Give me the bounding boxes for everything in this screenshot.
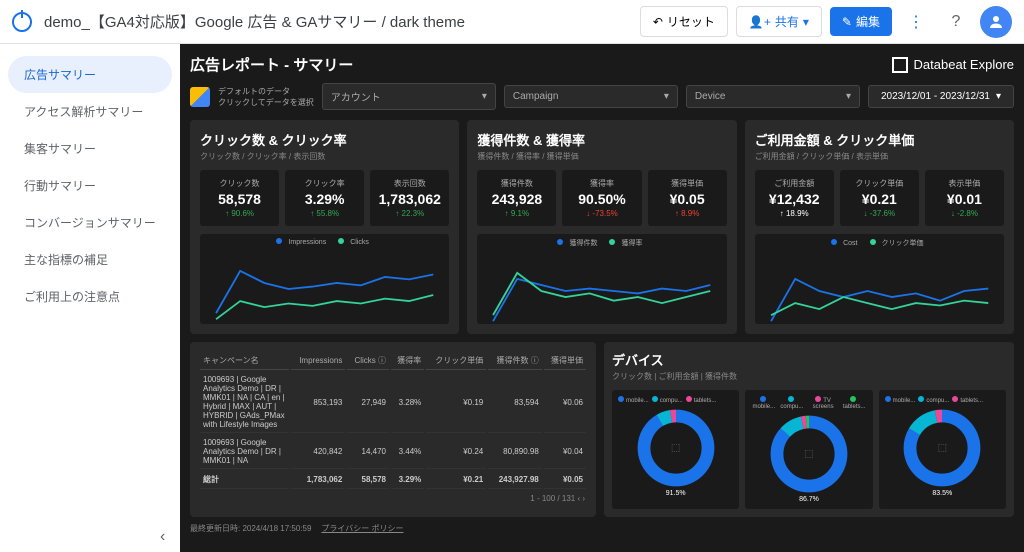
chevron-down-icon: ▾ <box>996 91 1001 102</box>
metric: 表示単価¥0.01↓ -2.8% <box>925 170 1004 226</box>
footer: 最終更新日時: 2024/4/18 17:50:59 プライバシー ポリシー <box>190 523 1014 534</box>
table-row[interactable]: 1009693 | Google Analytics Demo | DR | M… <box>200 372 586 433</box>
edit-button[interactable]: ✎ 編集 <box>830 7 892 36</box>
table-header[interactable]: Clicks ⓘ <box>347 352 389 370</box>
page-title: demo_【GA4対応版】Google 広告 & GAサマリー / dark t… <box>44 11 628 32</box>
chart-clicks: ImpressionsClicks <box>200 234 449 324</box>
card-title: クリック数 & クリック率 <box>200 130 449 149</box>
more-button[interactable]: ⋮ <box>900 6 932 38</box>
sidebar-item-notes[interactable]: ご利用上の注意点 <box>8 278 172 315</box>
google-ads-icon <box>190 87 210 107</box>
brand: Databeat Explore <box>892 57 1014 73</box>
brand-label: Databeat Explore <box>914 57 1014 72</box>
last-updated: 最終更新日時: 2024/4/18 17:50:59 <box>190 523 311 534</box>
filter-account[interactable]: アカウント▾ <box>322 83 496 110</box>
table-header[interactable]: クリック単価 <box>426 352 486 370</box>
card-conversions: 獲得件数 & 獲得率 獲得件数 / 獲得率 / 獲得単価 獲得件数243,928… <box>467 120 736 334</box>
chevron-down-icon: ▾ <box>846 91 851 102</box>
card-subtitle: 獲得件数 / 獲得率 / 獲得単価 <box>477 151 726 162</box>
table-pager[interactable]: 1 - 100 / 131 ‹ › <box>198 491 588 506</box>
share-button[interactable]: 👤+ 共有 ▾ <box>736 6 822 37</box>
card-subtitle: クリック数 / クリック率 / 表示回数 <box>200 151 449 162</box>
device-subtitle: クリック数 | ご利用金額 | 獲得件数 <box>612 371 1006 382</box>
chart-conversions: 獲得件数獲得率 <box>477 234 726 324</box>
metric: 獲得件数243,928↑ 9.1% <box>477 170 556 226</box>
edit-label: 編集 <box>856 13 880 30</box>
filter-device[interactable]: Device▾ <box>686 85 860 108</box>
card-title: 獲得件数 & 獲得率 <box>477 130 726 149</box>
dashboard: 広告レポート - サマリー Databeat Explore デフォルトのデータ… <box>180 44 1024 552</box>
card-subtitle: ご利用金額 / クリック単価 / 表示単価 <box>755 151 1004 162</box>
sidebar-item-access[interactable]: アクセス解析サマリー <box>8 93 172 130</box>
collapse-sidebar-icon[interactable]: ‹ <box>160 528 165 546</box>
card-cost: ご利用金額 & クリック単価 ご利用金額 / クリック単価 / 表示単価 ご利用… <box>745 120 1014 334</box>
donut-chart: mobile...compu...tablets...⬚91.5% <box>612 390 739 509</box>
privacy-link[interactable]: プライバシー ポリシー <box>321 523 403 534</box>
table-row[interactable]: 1009693 | Google Analytics Demo | DR | M… <box>200 435 586 469</box>
table-header[interactable]: キャンペーン名 <box>200 352 289 370</box>
chevron-down-icon: ▾ <box>664 91 669 102</box>
top-bar: demo_【GA4対応版】Google 広告 & GAサマリー / dark t… <box>0 0 1024 44</box>
table-total: 総計1,783,06258,5783.29%¥0.21243,927.98¥0.… <box>200 471 586 489</box>
filter-hint: デフォルトのデータクリックしてデータを選択 <box>218 86 314 108</box>
filter-campaign[interactable]: Campaign▾ <box>504 85 678 108</box>
table-header[interactable]: 獲得単価 <box>544 352 586 370</box>
metric: クリック単価¥0.21↓ -37.6% <box>840 170 919 226</box>
reset-button[interactable]: ↶ リセット <box>640 6 728 37</box>
device-title: デバイス <box>612 350 1006 369</box>
metric: ご利用金額¥12,432↑ 18.9% <box>755 170 834 226</box>
avatar[interactable] <box>980 6 1012 38</box>
chart-cost: Costクリック単価 <box>755 234 1004 324</box>
sidebar-item-conversion[interactable]: コンバージョンサマリー <box>8 204 172 241</box>
card-title: ご利用金額 & クリック単価 <box>755 130 1004 149</box>
device-card: デバイス クリック数 | ご利用金額 | 獲得件数 mobile...compu… <box>604 342 1014 517</box>
donut-chart: mobile...compu...tablets...⬚83.5% <box>879 390 1006 509</box>
metric: クリック数58,578↑ 90.6% <box>200 170 279 226</box>
brand-icon <box>892 57 908 73</box>
sidebar-item-behavior[interactable]: 行動サマリー <box>8 167 172 204</box>
looker-logo-icon <box>12 12 32 32</box>
metric: 獲得率90.50%↓ -73.5% <box>562 170 641 226</box>
campaign-table: キャンペーン名ImpressionsClicks ⓘ獲得率クリック単価獲得件数 … <box>190 342 596 517</box>
metric: クリック率3.29%↑ 55.8% <box>285 170 364 226</box>
donut-chart: mobile...compu...TV screenstablets...⬚86… <box>745 390 872 509</box>
table-header[interactable]: 獲得率 <box>391 352 424 370</box>
card-clicks: クリック数 & クリック率 クリック数 / クリック率 / 表示回数 クリック数… <box>190 120 459 334</box>
metric: 表示回数1,783,062↑ 22.3% <box>370 170 449 226</box>
filter-bar: デフォルトのデータクリックしてデータを選択 アカウント▾ Campaign▾ D… <box>190 83 1014 110</box>
sidebar-item-ad-summary[interactable]: 広告サマリー <box>8 56 172 93</box>
sidebar: 広告サマリー アクセス解析サマリー 集客サマリー 行動サマリー コンバージョンサ… <box>0 44 180 552</box>
sidebar-item-acquisition[interactable]: 集客サマリー <box>8 130 172 167</box>
date-range[interactable]: 2023/12/01 - 2023/12/31▾ <box>868 85 1014 108</box>
reset-label: リセット <box>667 13 715 30</box>
help-button[interactable]: ? <box>940 6 972 38</box>
sidebar-item-metrics[interactable]: 主な指標の補足 <box>8 241 172 278</box>
chevron-down-icon: ▾ <box>482 91 487 102</box>
dashboard-title: 広告レポート - サマリー <box>190 54 353 75</box>
top-actions: ↶ リセット 👤+ 共有 ▾ ✎ 編集 ⋮ ? <box>640 6 1012 38</box>
share-label: 共有 <box>775 13 799 30</box>
table-header[interactable]: 獲得件数 ⓘ <box>488 352 542 370</box>
metric: 獲得単価¥0.05↑ 8.9% <box>648 170 727 226</box>
table-header[interactable]: Impressions <box>291 352 346 370</box>
